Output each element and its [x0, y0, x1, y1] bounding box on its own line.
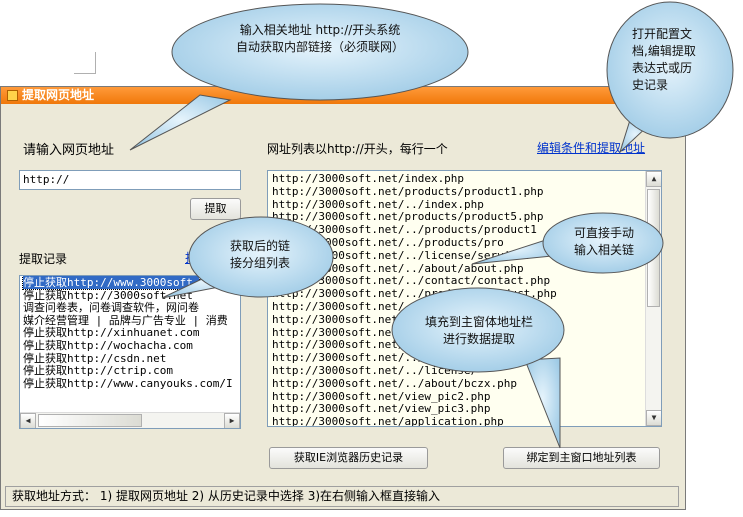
url-list-line: http://3000soft.net/../about/bczx.php: [272, 376, 518, 390]
extract-url-window: 提取网页地址 请输入网页地址 http:// 提取 提取记录 打 停止获取htt…: [0, 86, 686, 510]
url-list-vscrollbar[interactable]: ▲ ▼: [645, 171, 661, 426]
callout-top-text: 输入相关地址 http://开头系统 自动获取内部链接（必须联网）: [235, 23, 404, 54]
history-hscrollbar[interactable]: ◀ ▶: [20, 412, 240, 428]
history-item-text: 停止获取http://www.3000soft.: [21, 276, 201, 290]
window-title: 提取网页地址: [22, 88, 95, 102]
margin-mark: [95, 52, 96, 73]
scroll-up-icon[interactable]: ▲: [646, 171, 661, 187]
history-item-text: 调查问卷表，问卷调查软件，网问卷: [23, 301, 199, 315]
history-item-text: 停止获取http://ctrip.com: [23, 364, 173, 378]
history-item-text: 停止获取http://wochacha.com: [23, 338, 193, 352]
history-item-text: 停止获取http://www.canyouks.com/I: [23, 376, 233, 390]
scroll-thumb[interactable]: [38, 414, 142, 427]
history-list[interactable]: 停止获取http://www.3000soft. 停止获取http://3000s…: [19, 275, 241, 429]
callout-middle-right-text: 可直接手动 输入相关链: [573, 226, 634, 257]
url-list-line: http://3000soft.net/../license/: [272, 299, 478, 313]
extract-button[interactable]: 提取: [190, 198, 241, 220]
url-list-line: http://3000soft.net/index.php: [272, 172, 465, 185]
history-list-item[interactable]: 停止获取http://www.canyouks.com/I: [20, 376, 240, 391]
status-bar: 获取地址方式： 1) 提取网页地址 2) 从历史记录中选择 3)在右侧输入框直接…: [5, 486, 679, 507]
history-open-link[interactable]: 打: [185, 249, 197, 266]
margin-mark: [74, 73, 96, 74]
app-icon: [7, 90, 18, 101]
history-item-text: 停止获取http://3000soft.net: [23, 288, 193, 302]
history-item-text: 停止获取http://csdn.net: [23, 351, 167, 365]
history-item-text: 停止获取http://xinhuanet.com: [23, 326, 200, 340]
url-input[interactable]: http://: [19, 170, 241, 190]
callout-middle-left-text: 获取后的链 接分组列表: [229, 239, 290, 270]
url-list-line: http://3000soft.net/application.php: [272, 415, 504, 427]
title-bar: 提取网页地址: [1, 87, 685, 104]
scroll-left-icon[interactable]: ◀: [20, 413, 36, 428]
url-list-label: 网址列表以http://开头，每行一个: [267, 142, 448, 156]
history-item-text: 媒介经营管理 | 品牌与广告专业 | 消费: [23, 313, 228, 327]
ie-history-button[interactable]: 获取IE浏览器历史记录: [269, 447, 428, 469]
scroll-right-icon[interactable]: ▶: [224, 413, 240, 428]
callout-bottom-right-text: 填充到主窗体地址栏 进行数据提取: [424, 315, 533, 346]
history-label: 提取记录: [19, 252, 68, 266]
url-list-line: http://3000soft.net/products/product1.ph…: [272, 184, 544, 198]
callout-top-right-text: 打开配置文 档,编辑提取 表达式或历 史记录: [632, 27, 696, 92]
url-label: 请输入网页地址: [23, 143, 115, 158]
url-list-textarea[interactable]: http://3000soft.net/index.php http://3000…: [267, 170, 662, 427]
scroll-down-icon[interactable]: ▼: [646, 410, 661, 426]
bind-to-main-button[interactable]: 绑定到主窗口地址列表: [503, 447, 660, 469]
url-list-line: http://3000soft.net/../license/: [272, 363, 478, 377]
edit-conditions-link[interactable]: 编辑条件和提取地址: [537, 139, 645, 156]
